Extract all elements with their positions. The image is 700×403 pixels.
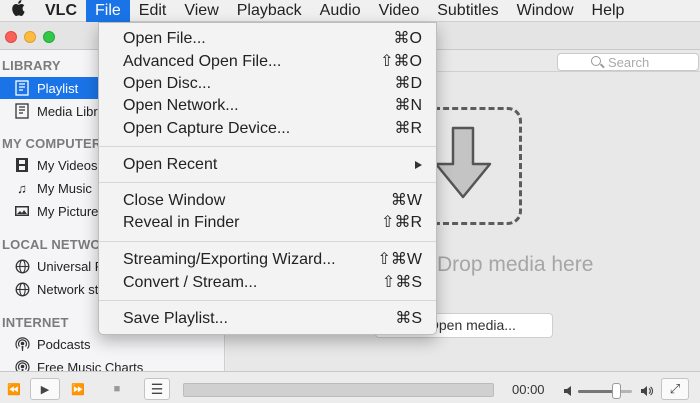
sidebar-item-label: My Music xyxy=(37,180,92,196)
play-icon: ▶ xyxy=(40,383,50,396)
sidebar-item-label: My Pictures xyxy=(37,203,105,219)
menu-item-convert-stream[interactable]: Convert / Stream... ⇧⌘S xyxy=(99,272,436,294)
menu-item-streaming-wizard[interactable]: Streaming/Exporting Wizard... ⇧⌘W xyxy=(99,249,436,271)
menu-item-advanced-open-file[interactable]: Advanced Open File... ⇧⌘O xyxy=(99,51,436,73)
menu-bar: VLC File Edit View Playback Audio Video … xyxy=(0,0,700,22)
menu-audio[interactable]: Audio xyxy=(311,0,370,22)
sidebar-item-podcasts[interactable]: Podcasts xyxy=(0,333,224,355)
menu-separator xyxy=(99,241,436,242)
menu-item-close-window[interactable]: Close Window ⌘W xyxy=(99,190,436,212)
seek-bar[interactable] xyxy=(183,383,494,397)
menu-item-open-network[interactable]: Open Network... ⌘N xyxy=(99,95,436,117)
rewind-icon: ⏪ xyxy=(7,383,21,396)
stop-button[interactable]: ■ xyxy=(106,378,128,400)
section-header-my-computer: MY COMPUTER xyxy=(2,136,102,151)
rewind-button[interactable]: ⏪ xyxy=(2,378,26,400)
volume-slider[interactable] xyxy=(578,390,632,393)
search-icon xyxy=(591,56,601,66)
file-menu-dropdown: Open File... ⌘O Advanced Open File... ⇧⌘… xyxy=(98,22,437,335)
speaker-loud-icon xyxy=(641,386,653,396)
stop-icon: ■ xyxy=(113,383,121,395)
section-header-library: LIBRARY xyxy=(2,58,61,73)
fullscreen-icon: ⤢ xyxy=(669,381,681,396)
playlist-toggle-icon: ☰ xyxy=(150,380,164,397)
section-header-internet: INTERNET xyxy=(2,315,69,330)
apple-menu-icon[interactable] xyxy=(0,0,36,21)
film-icon xyxy=(13,157,31,173)
minimize-window-button[interactable] xyxy=(24,31,36,43)
sidebar-item-label: Playlist xyxy=(37,80,79,96)
fast-forward-icon: ⏩ xyxy=(71,383,85,396)
playback-controls: ⏪ ▶ ⏩ ■ ☰ 00:00 ⤢ xyxy=(0,371,700,403)
speaker-icon xyxy=(564,386,571,396)
sidebar-item-free-music-charts[interactable]: Free Music Charts xyxy=(0,356,224,372)
sidebar-item-label: Podcasts xyxy=(37,336,91,352)
menu-item-open-capture-device[interactable]: Open Capture Device... ⌘R xyxy=(99,118,436,140)
media-library-icon xyxy=(13,103,31,119)
playlist-icon xyxy=(13,80,31,96)
menu-item-open-disc[interactable]: Open Disc... ⌘D xyxy=(99,73,436,95)
menu-view[interactable]: View xyxy=(175,0,227,22)
picture-icon xyxy=(13,203,31,219)
menu-subtitles[interactable]: Subtitles xyxy=(428,0,507,22)
menu-help[interactable]: Help xyxy=(583,0,634,22)
sidebar-item-label: My Videos xyxy=(37,157,98,173)
menu-separator xyxy=(99,300,436,301)
fullscreen-button[interactable]: ⤢ xyxy=(661,378,689,400)
download-arrow-icon xyxy=(434,126,492,199)
drop-media-hint: Drop media here xyxy=(437,253,594,276)
network-globe-icon xyxy=(13,281,31,297)
volume-knob[interactable] xyxy=(611,383,621,399)
fast-forward-button[interactable]: ⏩ xyxy=(66,378,90,400)
menu-file[interactable]: File xyxy=(86,0,130,22)
menu-video[interactable]: Video xyxy=(370,0,429,22)
submenu-arrow-icon xyxy=(415,161,422,169)
close-window-button[interactable] xyxy=(5,31,17,43)
search-placeholder: Search xyxy=(608,55,650,70)
play-button[interactable]: ▶ xyxy=(30,378,60,400)
menu-separator xyxy=(99,146,436,147)
menu-item-open-file[interactable]: Open File... ⌘O xyxy=(99,28,436,50)
podcast-icon xyxy=(13,359,31,371)
search-field[interactable]: Search xyxy=(557,53,699,71)
menu-window[interactable]: Window xyxy=(508,0,583,22)
volume-fill xyxy=(578,390,616,393)
menu-item-open-recent[interactable]: Open Recent xyxy=(99,154,436,176)
menu-vlc[interactable]: VLC xyxy=(36,0,86,22)
music-note-icon: ♫ xyxy=(17,180,27,196)
menu-edit[interactable]: Edit xyxy=(130,0,176,22)
toggle-playlist-button[interactable]: ☰ xyxy=(144,378,170,400)
network-globe-icon xyxy=(13,258,31,274)
elapsed-time: 00:00 xyxy=(512,382,545,397)
menu-separator xyxy=(99,182,436,183)
menu-item-save-playlist[interactable]: Save Playlist... ⌘S xyxy=(99,308,436,330)
zoom-window-button[interactable] xyxy=(43,31,55,43)
sidebar-item-label: Free Music Charts xyxy=(37,359,144,372)
menu-item-reveal-in-finder[interactable]: Reveal in Finder ⇧⌘R xyxy=(99,212,436,234)
menu-playback[interactable]: Playback xyxy=(228,0,311,22)
podcast-icon xyxy=(13,336,31,352)
